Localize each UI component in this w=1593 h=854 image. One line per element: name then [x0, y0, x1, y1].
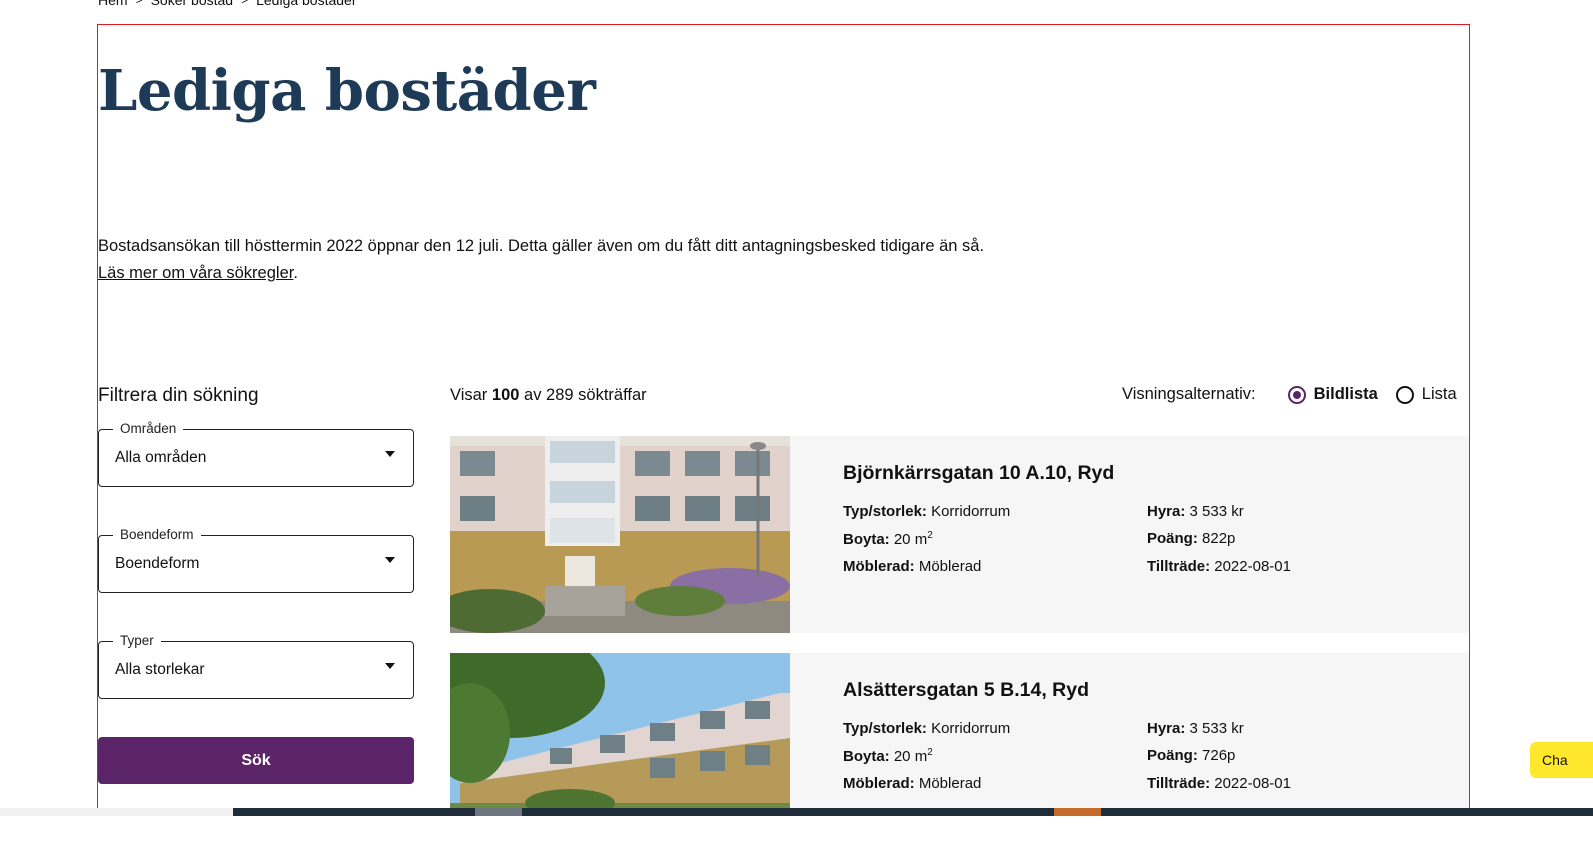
listing-title[interactable]: Alsättersgatan 5 B.14, Ryd — [843, 679, 1089, 702]
listing-points-label: Poäng: — [1147, 530, 1198, 547]
listing-access: Tillträde: 2022-08-01 — [1147, 558, 1291, 575]
listing-access-label: Tillträde: — [1147, 775, 1211, 792]
listing-card[interactable]: Alsättersgatan 5 B.14, Ryd Typ/storlek: … — [450, 653, 1469, 808]
page-title: Lediga bostäder — [98, 58, 596, 124]
result-count-shown: 100 — [491, 386, 520, 404]
breadcrumb-seeking-housing[interactable]: Söker bostad — [151, 0, 234, 8]
listing-points: Poäng: 822p — [1147, 530, 1235, 547]
result-count-prefix: Visar — [450, 386, 488, 404]
listing-access-label: Tillträde: — [1147, 558, 1211, 575]
listing-card[interactable]: Björnkärrsgatan 10 A.10, Ryd Typ/storlek… — [450, 436, 1469, 633]
intro-text: Bostadsansökan till hösttermin 2022 öppn… — [98, 237, 985, 255]
result-count-total: 289 — [546, 386, 574, 404]
listing-type-label: Typ/storlek: — [843, 503, 927, 520]
listing-area: Boyta: 20 m2 — [843, 530, 933, 548]
listing-area-value: 20 m — [893, 748, 928, 765]
view-options-label: Visningsalternativ: — [1122, 385, 1256, 403]
listing-type: Typ/storlek: Korridorrum — [843, 503, 1010, 520]
view-option-list-label: Lista — [1421, 385, 1457, 403]
areas-select-label: Områden — [113, 421, 184, 436]
result-count: Visar 100 av 289 sökträffar — [450, 386, 647, 405]
housing-type-select[interactable]: Boendeform Boendeform — [98, 527, 414, 593]
listing-rent-value: 3 533 kr — [1189, 720, 1244, 737]
view-option-image-list[interactable]: Bildlista — [1287, 385, 1378, 404]
intro-text-block: Bostadsansökan till hösttermin 2022 öppn… — [98, 233, 984, 287]
listing-rent: Hyra: 3 533 kr — [1147, 503, 1244, 520]
listing-access-value: 2022-08-01 — [1214, 558, 1291, 575]
view-option-list[interactable]: Lista — [1395, 385, 1457, 404]
listing-type-value: Korridorrum — [931, 503, 1011, 520]
listing-rent-value: 3 533 kr — [1189, 503, 1244, 520]
building-photo — [450, 653, 790, 808]
listing-title[interactable]: Björnkärrsgatan 10 A.10, Ryd — [843, 462, 1114, 485]
listing-area-unit-sup: 2 — [927, 530, 933, 541]
listing-image[interactable] — [450, 436, 790, 633]
listing-points-value: 822p — [1202, 530, 1236, 547]
breadcrumb-current: Lediga bostäder — [256, 0, 357, 8]
listing-furnished-label: Möblerad: — [843, 558, 915, 575]
view-options: Visningsalternativ: Bildlista Lista — [1122, 385, 1457, 404]
chat-button[interactable]: Cha — [1530, 742, 1593, 778]
result-count-suffix: sökträffar — [578, 386, 647, 404]
listing-access: Tillträde: 2022-08-01 — [1147, 775, 1291, 792]
breadcrumb-home[interactable]: Hem — [98, 0, 128, 8]
listing-area: Boyta: 20 m2 — [843, 747, 933, 765]
types-select[interactable]: Typer Alla storlekar — [98, 633, 414, 699]
listing-rent-label: Hyra: — [1147, 503, 1186, 520]
areas-select[interactable]: Områden Alla områden — [98, 421, 414, 487]
listing-access-value: 2022-08-01 — [1214, 775, 1291, 792]
listing-area-value: 20 m — [893, 531, 928, 548]
listing-furnished: Möblerad: Möblerad — [843, 775, 981, 792]
view-option-image-list-label: Bildlista — [1313, 385, 1378, 403]
intro-link-suffix: . — [293, 264, 298, 282]
listing-points-value: 726p — [1202, 747, 1236, 764]
building-photo — [450, 436, 790, 633]
chevron-right-icon: > — [135, 0, 143, 7]
listing-rent: Hyra: 3 533 kr — [1147, 720, 1244, 737]
radio-checked-icon[interactable] — [1287, 385, 1306, 404]
listing-area-unit-sup: 2 — [927, 747, 933, 758]
search-rules-link[interactable]: Läs mer om våra sökregler — [98, 264, 293, 282]
listing-type-value: Korridorrum — [931, 720, 1011, 737]
listing-rent-label: Hyra: — [1147, 720, 1186, 737]
areas-select-value: Alla områden — [115, 449, 207, 466]
listing-image[interactable] — [450, 653, 790, 808]
result-count-middle: av — [524, 386, 542, 404]
listing-furnished: Möblerad: Möblerad — [843, 558, 981, 575]
listing-furnished-value: Möblerad — [918, 775, 982, 792]
breadcrumb: Hem > Söker bostad > Lediga bostäder — [98, 0, 357, 8]
listing-type-label: Typ/storlek: — [843, 720, 927, 737]
listing-furnished-value: Möblerad — [918, 558, 982, 575]
types-select-label: Typer — [113, 633, 161, 648]
listing-area-label: Boyta: — [843, 531, 890, 548]
filter-title: Filtrera din sökning — [98, 385, 259, 406]
caret-down-icon — [385, 557, 395, 563]
radio-unchecked-icon[interactable] — [1395, 385, 1414, 404]
caret-down-icon — [385, 663, 395, 669]
listing-type: Typ/storlek: Korridorrum — [843, 720, 1010, 737]
types-select-value: Alla storlekar — [115, 661, 205, 678]
chevron-right-icon: > — [241, 0, 249, 7]
caret-down-icon — [385, 451, 395, 457]
housing-type-select-label: Boendeform — [113, 527, 201, 542]
housing-type-select-value: Boendeform — [115, 555, 200, 572]
listing-points-label: Poäng: — [1147, 747, 1198, 764]
listing-furnished-label: Möblerad: — [843, 775, 915, 792]
bottom-bar — [0, 808, 1593, 816]
listing-points: Poäng: 726p — [1147, 747, 1235, 764]
listing-area-label: Boyta: — [843, 748, 890, 765]
search-button[interactable]: Sök — [98, 737, 414, 784]
